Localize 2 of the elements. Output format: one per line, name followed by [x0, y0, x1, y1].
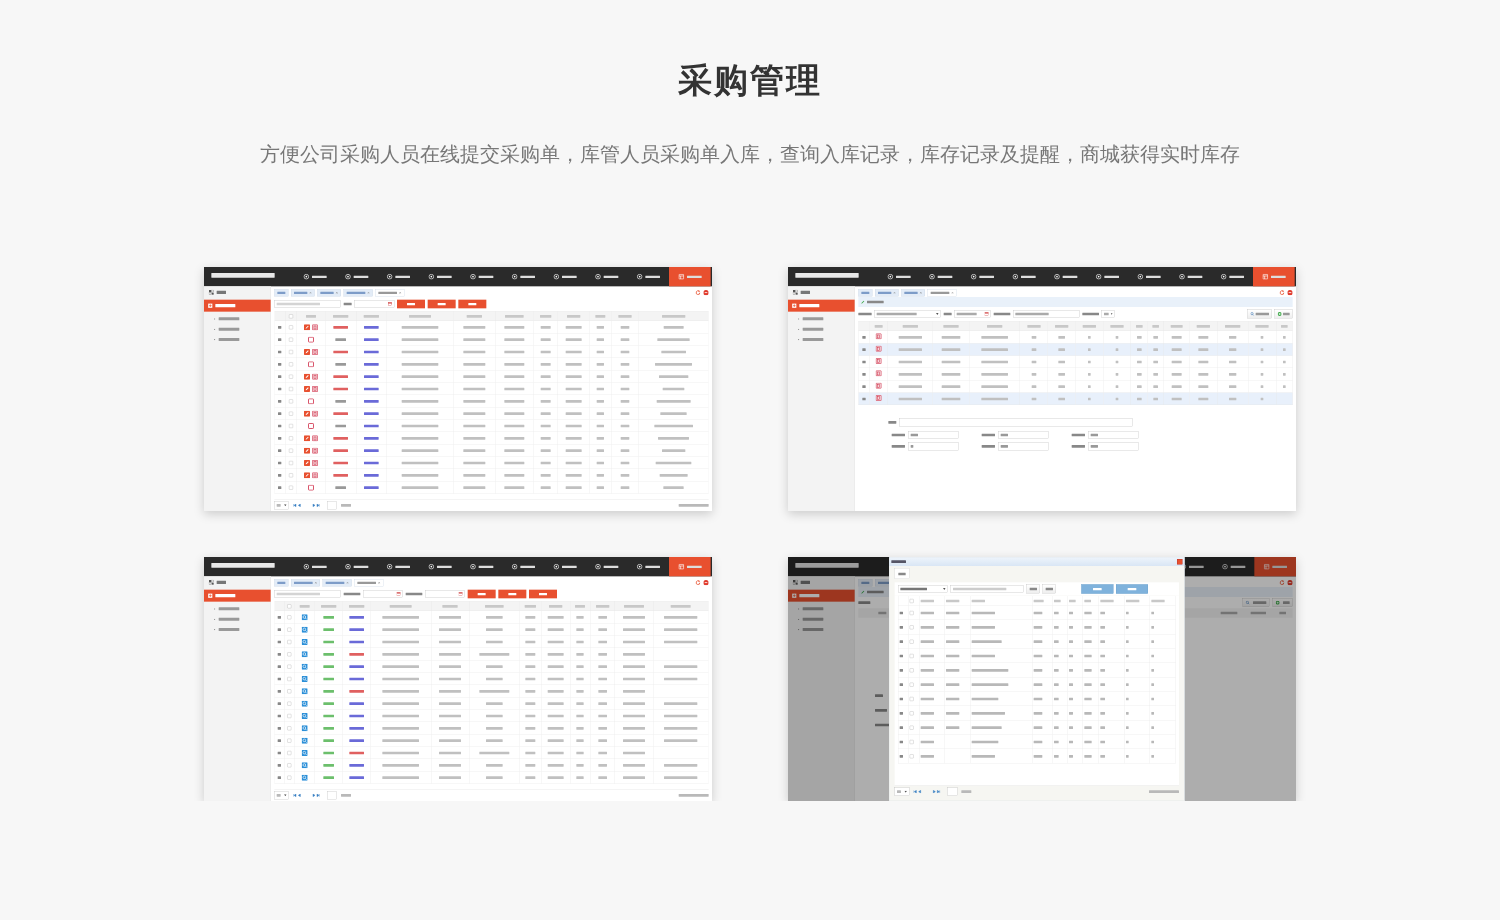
- page-subtitle: 方便公司采购人员在线提交采购单，库管人员采购单入库，查询入库记录，库存记录及提醒，商城获得实时库存: [259, 142, 1241, 166]
- page-heading: 采购管理: [677, 59, 823, 102]
